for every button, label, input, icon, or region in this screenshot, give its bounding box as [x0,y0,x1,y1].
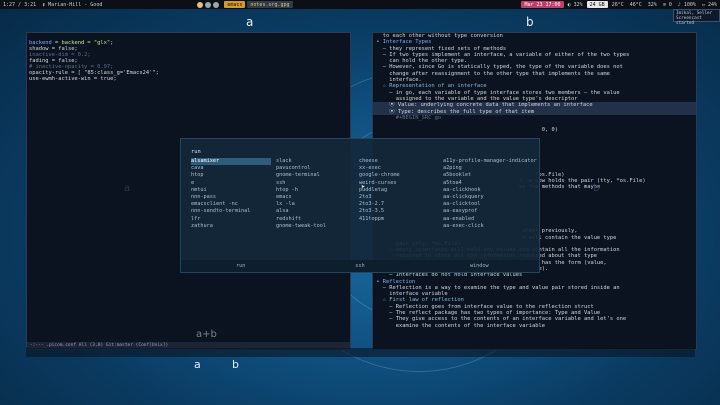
window-icon: ▮ [42,1,46,8]
label-a-plus-b: a+b [196,329,217,340]
tab-emacs[interactable]: emacs [224,1,246,8]
notification-popup[interactable]: Imikal, Seller Screencast started [673,9,720,26]
launcher-item[interactable]: a5toa4 [443,180,533,187]
launcher-item[interactable] [359,223,439,230]
workspace-dot[interactable] [205,1,212,8]
workspace-dot[interactable] [197,1,204,8]
wifi-icon: ≋ [662,1,666,8]
launcher-modes: run ssh window [181,260,539,272]
launcher-item[interactable]: weird-curses [359,180,439,187]
mode-run[interactable]: run [181,263,300,269]
battery: ▭ 24% [699,0,720,9]
cpu-icon: ◐ [567,1,571,8]
launcher-item[interactable]: emacs [276,194,356,201]
tab-notes[interactable]: notes.org.gpg [247,1,293,8]
launcher-prompt[interactable]: run [191,149,201,155]
launcher-item[interactable]: 411toppm [359,216,439,223]
launcher-item[interactable]: nnn-sendto-terminal [191,208,271,215]
volume[interactable]: ♪ 100% [675,0,699,9]
mouse-cursor-icon: ➤ [361,183,366,191]
launcher-item[interactable]: a2ping [443,165,533,172]
launcher-item[interactable]: htop -h [276,187,356,194]
launcher-item[interactable]: aa-clickquery [443,194,533,201]
cpu-usage: ◐ 32% [565,0,586,9]
launcher-item[interactable]: gnome-tweak-tool [276,223,356,230]
launcher-item[interactable]: 2to3 [359,194,439,201]
launcher-item[interactable]: redshift [276,216,356,223]
launcher-item[interactable]: aa-enabled [443,216,533,223]
label-a-top: a [246,15,254,29]
launcher-item[interactable]: aa-easyprof [443,208,533,215]
launcher-item[interactable]: lfr [191,216,271,223]
launcher-item[interactable]: htop [191,172,271,179]
code-editor[interactable]: backend = backend = "glx"; shadow = false… [27,33,350,95]
faint-label-b: b [593,183,600,194]
launcher-item[interactable]: slack [276,158,356,165]
net-value: 0 [668,1,672,8]
launcher-item[interactable]: xx-exec [359,165,439,172]
window-title-text: Marian-Hill - Good [48,1,103,8]
launcher-item[interactable]: a5booklet [443,172,533,179]
launcher-item[interactable]: aa-exec-click [443,223,533,230]
code-line: use-ewmh-active-win = true; [29,76,117,82]
media-clock: 1:27 / 3:21 [3,1,37,8]
cpu-value: 32% [573,1,583,8]
battery-value: 24% [707,1,717,8]
launcher-item[interactable]: aa-clicktool [443,201,533,208]
workspace-dot[interactable] [213,1,220,8]
temp-1: 26°C [611,1,624,8]
launcher-item[interactable]: pavucontrol [276,165,356,172]
label-a-bottom: a [194,358,201,371]
launcher-item[interactable]: alsa [276,208,356,215]
launcher-item[interactable]: emacsclient -nc [191,201,271,208]
mode-window[interactable]: window [420,263,539,269]
bottom-strip [26,348,695,357]
launcher-column-3: cheese xx-exec google-chrome weird-curses pu… [359,158,439,230]
launcher-item[interactable]: cheese [359,158,439,165]
workspace-indicators [193,0,223,9]
launcher-item[interactable]: aa-clickhook [443,187,533,194]
label-b-top: b [526,15,534,29]
launcher-item[interactable]: google-chrome [359,172,439,179]
launcher-column-1: alsamixer cava htop e nmtui nnn-pass emacsclie… [191,158,271,230]
launcher-item[interactable]: a11y-profile-manager-indicator [443,158,537,165]
launcher-item[interactable]: puddletag [359,187,439,194]
launcher-item[interactable]: nnn-pass [191,194,271,201]
launcher-item[interactable]: ssh [276,180,356,187]
launcher-column-4: a11y-profile-manager-indicator a2ping a5bo… [443,158,537,230]
top-status-bar: 1:27 / 3:21 ▮ Marian-Hill - Good emacs n… [0,0,720,9]
datetime-badge: Mar 23 17:00 [521,1,564,8]
speaker-icon: ♪ [677,1,681,8]
org-line: examine the contents of the interface va… [373,322,546,329]
launcher-item[interactable]: alsamixer [191,158,271,166]
launcher-column-2: slack pavucontrol gnome-terminal ssh htop -h… [276,158,356,230]
label-b-bottom: b [232,358,239,371]
net-status: ≋ 0 [660,0,675,9]
notification-body: Screencast started [676,16,702,26]
launcher-item[interactable]: 2to3-2.7 [359,201,439,208]
battery-icon: ▭ [701,1,705,8]
launcher-item[interactable]: gnome-terminal [276,172,356,179]
launcher-menu[interactable]: run alsamixer cava htop e nmtui nnn-pass emacs… [180,138,540,273]
window-title: ▮ Marian-Hill - Good [39,0,105,9]
volume-value: 100% [683,1,696,8]
memory-badge: 24 GB [586,1,608,8]
launcher-item[interactable]: lx -la [276,201,356,208]
launcher-item[interactable]: cava [191,165,271,172]
launcher-item[interactable]: 2to3-3.5 [359,208,439,215]
temp-2: 46°C [629,1,642,8]
launcher-item[interactable]: e [191,180,271,187]
disk-usage: 32% [647,1,657,8]
mode-ssh[interactable]: ssh [300,263,419,269]
launcher-item[interactable]: zathura [191,223,271,230]
faint-label-a: a [124,183,131,194]
launcher-item[interactable]: nmtui [191,187,271,194]
